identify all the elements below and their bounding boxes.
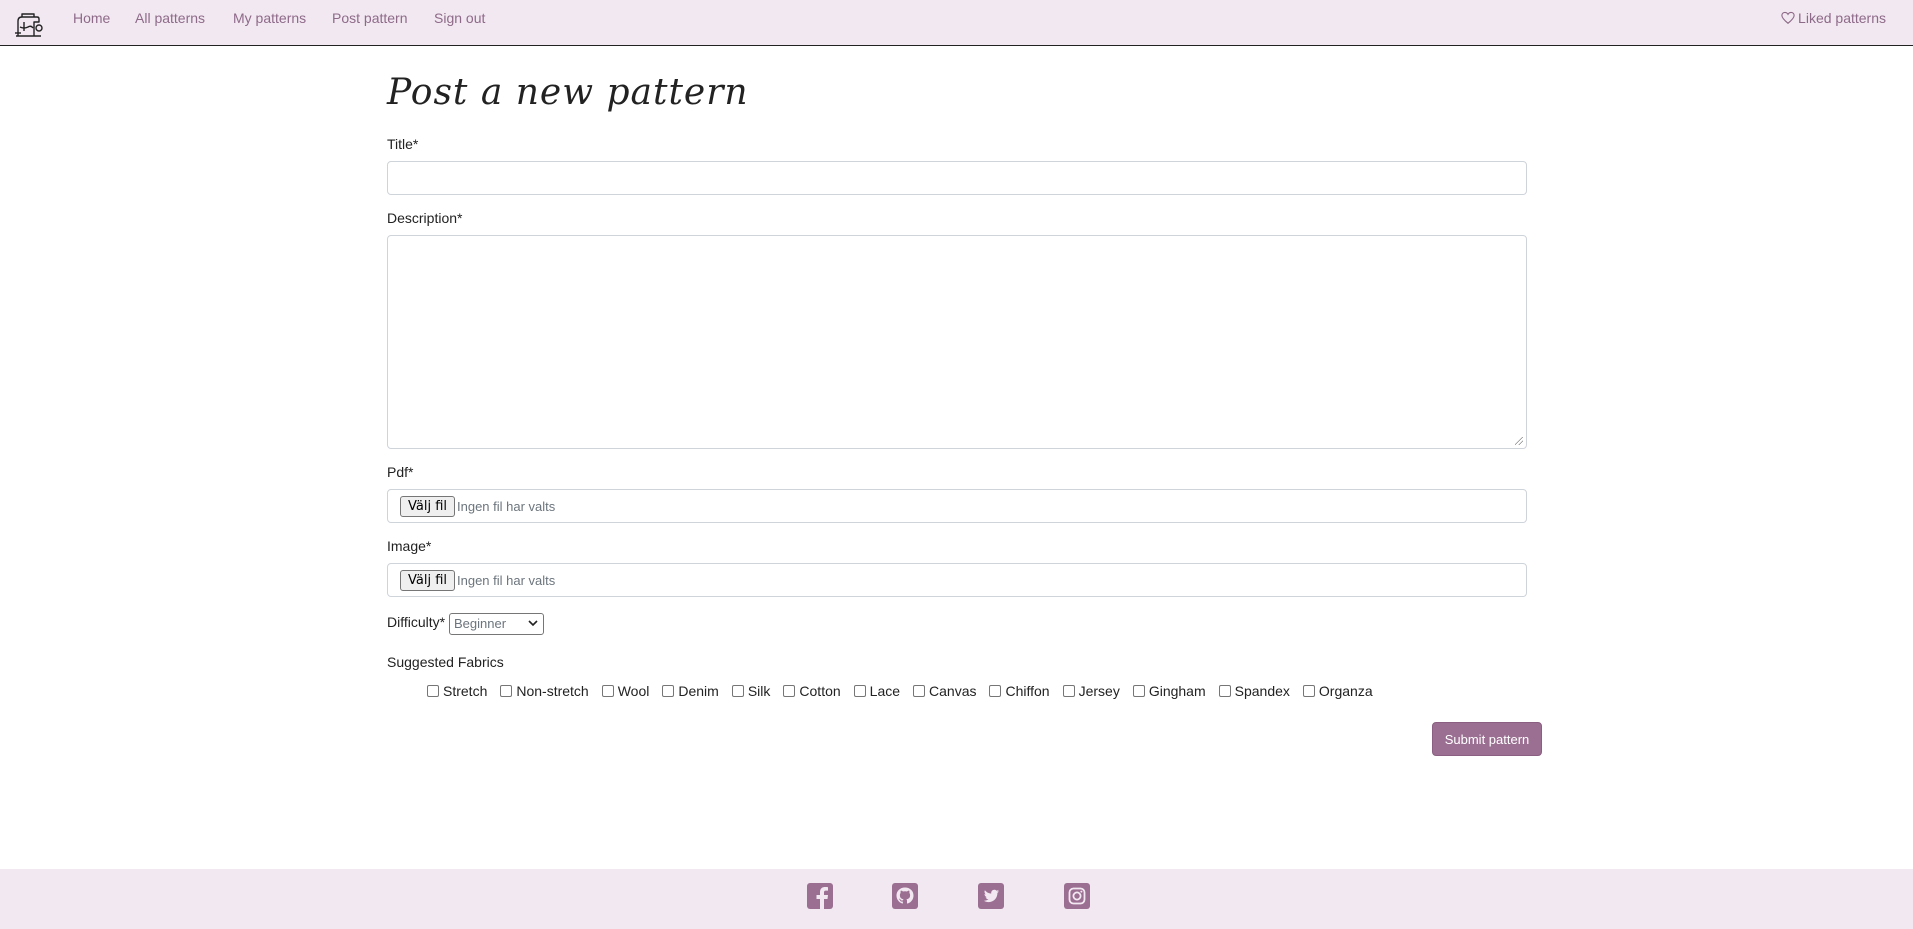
sewing-machine-logo-icon[interactable] <box>12 9 44 41</box>
title-label: Title* <box>387 136 419 152</box>
footer <box>0 869 1913 929</box>
image-file-status: Ingen fil har valts <box>457 573 556 588</box>
fabric-option[interactable]: Cotton <box>783 683 841 699</box>
fabric-option[interactable]: Wool <box>601 683 650 699</box>
description-textarea[interactable] <box>387 235 1527 449</box>
navbar: Home All patterns My patterns Post patte… <box>0 0 1913 46</box>
page-title: Post a new pattern <box>387 72 749 113</box>
suggested-fabrics-label: Suggested Fabrics <box>387 654 504 670</box>
difficulty-selected-value: Beginner <box>454 616 507 631</box>
submit-pattern-button[interactable]: Submit pattern <box>1432 722 1542 756</box>
fabric-checkbox[interactable] <box>1302 685 1315 697</box>
image-file-input[interactable]: Välj fil Ingen fil har valts <box>387 563 1527 597</box>
fabric-label: Silk <box>747 683 771 699</box>
fabric-option[interactable]: Jersey <box>1062 683 1120 699</box>
fabric-label: Gingham <box>1148 683 1206 699</box>
fabric-label: Canvas <box>929 683 977 699</box>
resize-handle[interactable] <box>1515 437 1523 445</box>
fabric-label: Jersey <box>1078 683 1120 699</box>
nav-home-link[interactable]: Home <box>73 10 110 26</box>
fabric-option[interactable]: Silk <box>731 683 771 699</box>
difficulty-label: Difficulty* <box>387 614 446 630</box>
description-label: Description* <box>387 210 463 226</box>
fabric-checkbox[interactable] <box>427 685 439 697</box>
fabric-checkbox[interactable] <box>662 685 675 697</box>
github-icon[interactable] <box>891 882 919 910</box>
nav-liked-patterns-link[interactable]: Liked patterns <box>1781 10 1886 26</box>
fabric-label: Chiffon <box>1005 683 1050 699</box>
fabric-checkbox[interactable] <box>1132 685 1145 697</box>
fabric-label: Organza <box>1318 683 1373 699</box>
pdf-file-input[interactable]: Välj fil Ingen fil har valts <box>387 489 1527 523</box>
fabric-checkbox[interactable] <box>853 685 866 697</box>
fabric-checkbox[interactable] <box>989 685 1002 697</box>
fabric-option[interactable]: Spandex <box>1218 683 1290 699</box>
fabric-option[interactable]: Chiffon <box>989 683 1050 699</box>
nav-my-patterns-link[interactable]: My patterns <box>233 10 306 26</box>
heart-icon <box>1781 11 1795 24</box>
fabric-label: Denim <box>678 683 719 699</box>
nav-post-pattern-link[interactable]: Post pattern <box>332 10 408 26</box>
twitter-icon[interactable] <box>977 882 1005 910</box>
fabric-option[interactable]: Lace <box>853 683 901 699</box>
fabric-label: Non-stretch <box>516 683 589 699</box>
nav-sign-out-link[interactable]: Sign out <box>434 10 485 26</box>
fabric-option[interactable]: Canvas <box>913 683 976 699</box>
liked-patterns-label: Liked patterns <box>1798 10 1886 26</box>
fabric-checkbox[interactable] <box>1218 685 1231 697</box>
chevron-down-icon <box>528 620 538 627</box>
difficulty-select[interactable]: Beginner <box>449 613 544 635</box>
fabric-label: Stretch <box>443 683 488 699</box>
fabric-option[interactable]: Stretch <box>427 683 487 699</box>
fabric-checkbox[interactable] <box>731 685 744 697</box>
fabric-option[interactable]: Non-stretch <box>500 683 589 699</box>
fabric-label: Spandex <box>1234 683 1290 699</box>
fabric-option[interactable]: Organza <box>1302 683 1373 699</box>
pdf-file-status: Ingen fil har valts <box>457 499 556 514</box>
instagram-icon[interactable] <box>1063 882 1091 910</box>
fabric-label: Wool <box>617 683 650 699</box>
pdf-choose-file-button[interactable]: Välj fil <box>400 496 456 517</box>
image-label: Image* <box>387 538 432 554</box>
fabric-checkbox[interactable] <box>1062 685 1075 697</box>
fabric-label: Lace <box>869 683 901 699</box>
fabric-checkbox[interactable] <box>913 685 926 697</box>
facebook-icon[interactable] <box>806 882 834 910</box>
title-input[interactable] <box>387 161 1527 195</box>
fabric-checkbox[interactable] <box>601 685 614 697</box>
fabric-checkbox[interactable] <box>500 685 513 697</box>
fabric-option[interactable]: Gingham <box>1132 683 1206 699</box>
fabric-label: Cotton <box>799 683 841 699</box>
fabric-option[interactable]: Denim <box>662 683 719 699</box>
fabric-checkbox[interactable] <box>783 685 796 697</box>
image-choose-file-button[interactable]: Välj fil <box>400 570 456 591</box>
fabrics-checkbox-group: Stretch Non-stretch Wool Denim Silk Cott… <box>427 683 1386 699</box>
pdf-label: Pdf* <box>387 464 414 480</box>
nav-all-patterns-link[interactable]: All patterns <box>135 10 205 26</box>
